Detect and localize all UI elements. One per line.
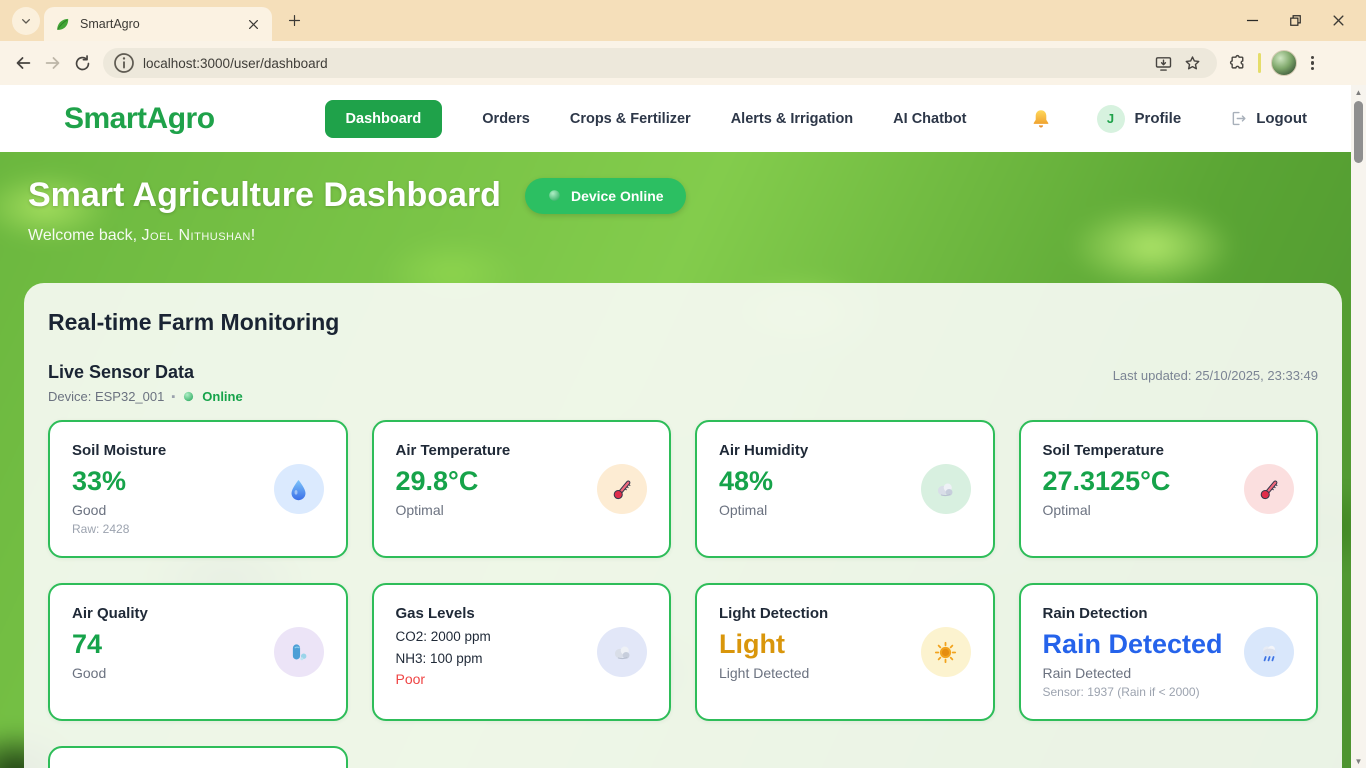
welcome-message: Welcome back, Joel Nithushan! [28, 227, 1351, 245]
sensor-title: Soil Temperature [1043, 442, 1295, 459]
sensor-card: Light Detection Light Light Detected [695, 583, 995, 721]
page-scrollbar[interactable]: ▲ ▼ [1351, 85, 1366, 768]
sensor-raw-value: Sensor: 1937 (Rain if < 2000) [1043, 685, 1295, 699]
sensor-card: Soil Moisture 33% Good Raw: 2428 [48, 420, 348, 558]
site-info-icon[interactable] [111, 50, 137, 76]
browser-toolbar: localhost:3000/user/dashboard [0, 41, 1366, 85]
extensions-icon[interactable] [1227, 53, 1248, 74]
nav-item-alerts-irrigation[interactable]: Alerts & Irrigation [731, 111, 853, 127]
reload-button[interactable] [72, 53, 93, 74]
toolbar-right [1227, 50, 1318, 76]
sensor-card: Air Quality 74 Good [48, 583, 348, 721]
install-app-icon[interactable] [1153, 53, 1174, 74]
brand-logo[interactable]: SmartAgro [64, 102, 215, 136]
sensor-grid: Soil Moisture 33% Good Raw: 2428 Air Tem… [48, 420, 1318, 768]
device-id: Device: ESP32_001 [48, 389, 164, 404]
scroll-up-arrow[interactable]: ▲ [1351, 85, 1366, 99]
tab-strip: SmartAgro [0, 0, 1366, 41]
nav-item-ai-chatbot[interactable]: AI Chatbot [893, 111, 966, 127]
profile-button[interactable]: J Profile [1097, 105, 1182, 133]
sensor-title: Soil Moisture [72, 442, 324, 459]
scroll-down-arrow[interactable]: ▼ [1351, 754, 1366, 768]
online-status: Online [202, 389, 242, 404]
thermometer-icon [597, 464, 647, 514]
chevron-down-icon [18, 13, 34, 29]
nav-links: Dashboard Orders Crops & Fertilizer Aler… [325, 100, 967, 138]
online-dot-icon [547, 188, 562, 203]
site-navbar: SmartAgro Dashboard Orders Crops & Ferti… [0, 85, 1351, 152]
thermometer-icon [1244, 464, 1294, 514]
sun-icon [921, 627, 971, 677]
sensor-card: Air Temperature 29.8°C Optimal [372, 420, 672, 558]
hero-banner: Smart Agriculture Dashboard Device Onlin… [0, 152, 1351, 283]
sensor-title: Light Detection [719, 605, 971, 622]
nav-item-orders[interactable]: Orders [482, 111, 530, 127]
url-text: localhost:3000/user/dashboard [143, 56, 1153, 71]
logout-icon [1229, 109, 1248, 128]
logout-label: Logout [1256, 110, 1307, 127]
last-updated: Last updated: 25/10/2025, 23:33:49 [1113, 368, 1318, 383]
sensor-card: Air Humidity 48% Optimal [695, 420, 995, 558]
tab-close-icon[interactable] [245, 16, 262, 33]
forward-button[interactable] [42, 52, 64, 74]
sensor-title: Air Temperature [396, 442, 648, 459]
leaf-favicon-icon [54, 16, 71, 33]
sensor-card: Gas Levels CO2: 2000 ppmNH3: 100 ppm Poo… [372, 583, 672, 721]
profile-label: Profile [1135, 110, 1182, 127]
close-window-button[interactable] [1329, 11, 1348, 30]
sensor-card: Soil Temperature 27.3125°C Optimal [1019, 420, 1319, 558]
droplet-icon [274, 464, 324, 514]
back-button[interactable] [12, 52, 34, 74]
extension-indicator-bar [1258, 53, 1261, 73]
web-content: SmartAgro Dashboard Orders Crops & Ferti… [0, 85, 1366, 768]
tab-search-button[interactable] [12, 7, 40, 35]
nav-item-crops-fertilizer[interactable]: Crops & Fertilizer [570, 111, 691, 127]
page-title: Smart Agriculture Dashboard [28, 176, 501, 215]
browser-menu-icon[interactable] [1307, 52, 1318, 75]
profile-avatar: J [1097, 105, 1125, 133]
bookmark-star-icon[interactable] [1182, 53, 1203, 74]
sensor-title: Air Quality [72, 605, 324, 622]
monitoring-panel: Real-time Farm Monitoring Live Sensor Da… [24, 283, 1342, 768]
device-online-badge: Device Online [525, 178, 686, 214]
sensor-title: Rain Detection [1043, 605, 1295, 622]
user-name: Joel Nithushan [142, 227, 251, 244]
sensor-card: Rain Detection Rain Detected Rain Detect… [1019, 583, 1319, 721]
address-bar[interactable]: localhost:3000/user/dashboard [103, 48, 1217, 78]
sensor-card-partial [48, 746, 348, 768]
scrollbar-thumb[interactable] [1354, 101, 1363, 163]
tab-title: SmartAgro [80, 17, 245, 31]
sensor-raw-value: Raw: 2428 [72, 522, 324, 536]
wind-face-icon [274, 627, 324, 677]
device-online-label: Device Online [571, 188, 664, 204]
online-status-dot-icon [182, 390, 195, 403]
sensor-title: Gas Levels [396, 605, 648, 622]
subsection-title: Live Sensor Data [48, 362, 194, 383]
mist-icon [921, 464, 971, 514]
minimize-button[interactable] [1243, 11, 1262, 30]
sensor-title: Air Humidity [719, 442, 971, 459]
notification-bell-icon[interactable] [1029, 107, 1053, 131]
section-title: Real-time Farm Monitoring [48, 309, 1318, 336]
browser-profile-avatar[interactable] [1271, 50, 1297, 76]
logout-button[interactable]: Logout [1229, 109, 1307, 128]
device-status-line: Device: ESP32_001 ▪ Online [48, 389, 1318, 404]
browser-window: SmartAgro localhost:3000/user/dashboard [0, 0, 1366, 85]
nav-item-dashboard[interactable]: Dashboard [325, 100, 443, 138]
dashboard-page: Smart Agriculture Dashboard Device Onlin… [0, 152, 1351, 768]
rain-cloud-icon [1244, 627, 1294, 677]
nav-right: J Profile Logout [1029, 105, 1308, 133]
browser-tab[interactable]: SmartAgro [44, 7, 272, 41]
mist-icon [597, 627, 647, 677]
restore-button[interactable] [1286, 11, 1305, 30]
new-tab-button[interactable] [286, 12, 303, 29]
window-controls [1243, 0, 1366, 41]
